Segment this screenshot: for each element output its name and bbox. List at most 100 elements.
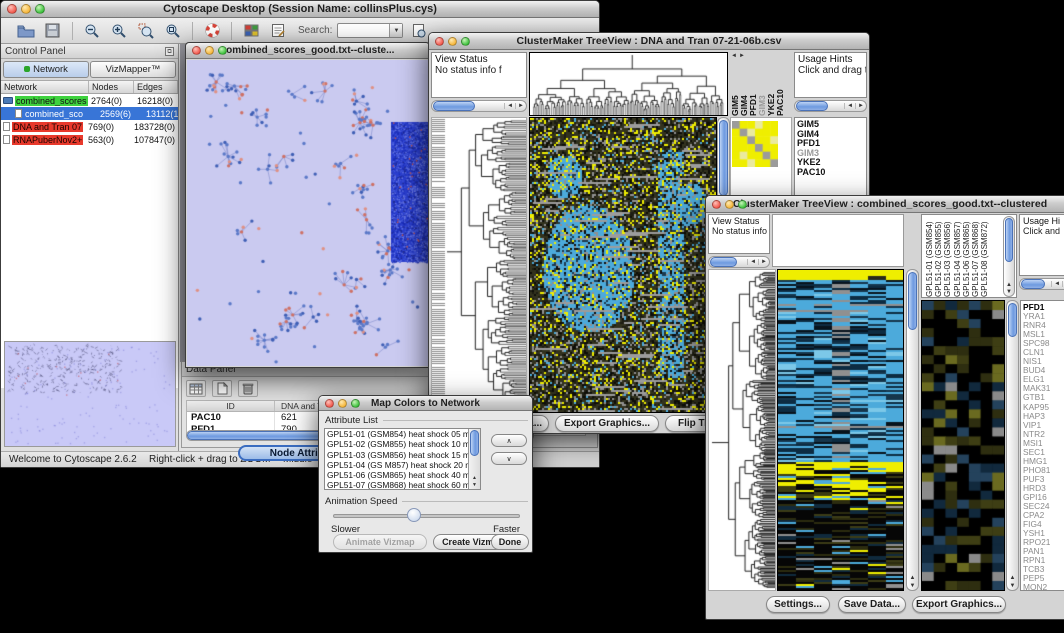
column-dendrogram-area[interactable] bbox=[772, 214, 904, 267]
scrollbar-thumb[interactable] bbox=[796, 101, 828, 111]
tv1-column-dendrogram[interactable] bbox=[530, 53, 727, 115]
scrollbar-thumb[interactable] bbox=[470, 430, 479, 456]
attribute-item[interactable]: GPL51-03 (GSM856) heat shock 15 min bbox=[325, 450, 480, 460]
attribute-item[interactable]: GPL51-01 (GSM854) heat shock 05 min bbox=[325, 429, 480, 439]
scroll-right-icon[interactable]: ► bbox=[758, 259, 769, 265]
zoom-button[interactable] bbox=[461, 37, 470, 46]
scroll-down-icon[interactable]: ▼ bbox=[1004, 289, 1014, 295]
tv2-zoom-vscrollbar[interactable]: ▲ ▼ bbox=[1006, 300, 1019, 591]
save-icon[interactable] bbox=[42, 21, 64, 41]
scroll-left-icon[interactable]: ◄ bbox=[747, 259, 758, 265]
delete-attribute-trash-icon[interactable] bbox=[238, 380, 258, 397]
network-list-row[interactable]: DNA and Tran 07 769(0) 183728(0) bbox=[1, 120, 178, 133]
slider-thumb[interactable] bbox=[407, 508, 421, 522]
minimize-button[interactable] bbox=[21, 4, 31, 14]
animate-vizmap-button[interactable]: Animate Vizmap bbox=[333, 534, 427, 550]
scroll-down-icon[interactable]: ▼ bbox=[469, 482, 480, 488]
tv2-global-heatmap[interactable] bbox=[778, 270, 903, 590]
attribute-item[interactable]: GPL51-02 (GSM855) heat shock 10 min bbox=[325, 439, 480, 449]
scrollbar-thumb[interactable] bbox=[433, 101, 475, 111]
zoom-button[interactable] bbox=[35, 4, 45, 14]
scrollbar-thumb[interactable] bbox=[719, 120, 728, 196]
tv2-row-dendrogram[interactable] bbox=[709, 270, 775, 590]
col-edges[interactable]: Edges bbox=[134, 81, 178, 93]
treeview2-titlebar[interactable]: ClusterMaker TreeView : combined_scores_… bbox=[706, 196, 1064, 213]
save-data-button[interactable]: Save Data... bbox=[838, 596, 906, 613]
close-button[interactable] bbox=[192, 46, 201, 55]
scroll-right-icon[interactable]: ► bbox=[515, 103, 526, 109]
column-label[interactable]: GPL51-07 (GSM868) bbox=[971, 217, 980, 297]
annotation-icon[interactable] bbox=[267, 21, 289, 41]
move-up-button[interactable]: ∧ bbox=[491, 434, 527, 447]
close-button[interactable] bbox=[712, 200, 721, 209]
column-label[interactable]: GIM5 bbox=[730, 63, 739, 116]
dialog-titlebar[interactable]: Map Colors to Network bbox=[319, 396, 532, 411]
scroll-left-icon[interactable]: ◄ bbox=[1051, 281, 1062, 287]
scrollbar-thumb[interactable] bbox=[1021, 279, 1045, 289]
scroll-up-icon[interactable]: ▲ bbox=[907, 575, 918, 581]
zoom-out-icon[interactable] bbox=[81, 21, 103, 41]
control-panel-tab[interactable]: Network bbox=[3, 61, 89, 78]
tv2-zoom-heatmap[interactable] bbox=[922, 301, 1004, 590]
zoom-fit-icon[interactable] bbox=[162, 21, 184, 41]
column-label[interactable]: GIM4 bbox=[739, 63, 748, 116]
column-label[interactable]: GPL51-01 (GSM854) bbox=[925, 217, 934, 297]
zoom-selected-icon[interactable] bbox=[135, 21, 157, 41]
column-labels-vscrollbar[interactable]: ▲ ▼ bbox=[1003, 216, 1015, 297]
search-input[interactable]: ▼ bbox=[337, 23, 403, 38]
network-list-row[interactable]: combined_scores 2764(0) 16218(0) bbox=[1, 94, 178, 107]
close-button[interactable] bbox=[7, 4, 17, 14]
column-label[interactable]: GPL51-03 (GSM856) bbox=[943, 217, 952, 297]
animation-speed-slider[interactable] bbox=[333, 514, 520, 518]
attribute-table-icon[interactable] bbox=[186, 380, 206, 397]
minimize-button[interactable] bbox=[725, 200, 734, 209]
scroll-down-icon[interactable]: ▼ bbox=[1007, 583, 1018, 589]
scroll-up-icon[interactable]: ▲ bbox=[1007, 575, 1018, 581]
column-label[interactable]: GIM3 bbox=[757, 63, 766, 116]
zoom-in-icon[interactable] bbox=[108, 21, 130, 41]
move-down-button[interactable]: ∨ bbox=[491, 452, 527, 465]
open-folder-icon[interactable] bbox=[15, 21, 37, 41]
attribute-list-vscrollbar[interactable]: ▲ ▼ bbox=[468, 429, 480, 489]
column-label[interactable]: GPL51-08 (GSM872) bbox=[980, 217, 989, 297]
scroll-left-icon[interactable]: ◄ bbox=[504, 103, 515, 109]
settings-button[interactable]: Settings... bbox=[766, 596, 830, 613]
control-panel-tab[interactable]: VizMapper™ bbox=[90, 61, 176, 78]
close-button[interactable] bbox=[435, 37, 444, 46]
minimize-button[interactable] bbox=[338, 399, 347, 408]
tv1-global-heatmap[interactable] bbox=[530, 118, 716, 412]
tv1-row-dendrogram[interactable] bbox=[432, 118, 526, 410]
usage-hints-scrollbar[interactable]: ◄ ► bbox=[1019, 278, 1064, 290]
attribute-item[interactable]: GPL51-04 (GS M857) heat shock 20 min bbox=[325, 460, 480, 470]
col-network[interactable]: Network bbox=[1, 81, 89, 93]
close-button[interactable] bbox=[325, 399, 334, 408]
usage-hints-scrollbar[interactable]: ◄ ► bbox=[794, 100, 867, 112]
scroll-down-icon[interactable]: ▼ bbox=[907, 583, 918, 589]
network-view-canvas[interactable] bbox=[187, 60, 428, 366]
export-graphics-button[interactable]: Export Graphics... bbox=[912, 596, 1006, 613]
treeview1-titlebar[interactable]: ClusterMaker TreeView : DNA and Tran 07-… bbox=[429, 33, 869, 50]
scrollbar-thumb[interactable] bbox=[908, 272, 917, 330]
column-label[interactable]: GPL51-04 (GSM857) bbox=[953, 217, 962, 297]
attribute-item[interactable]: GPL51-07 (GSM868) heat shock 60 min bbox=[325, 480, 480, 490]
scroll-right-icon[interactable]: ► bbox=[855, 103, 866, 109]
minimize-button[interactable] bbox=[205, 46, 214, 55]
help-lifesaver-icon[interactable] bbox=[201, 21, 223, 41]
cytoscape-titlebar[interactable]: Cytoscape Desktop (Session Name: collins… bbox=[1, 1, 599, 18]
scroll-up-icon[interactable]: ▲ bbox=[1004, 282, 1014, 288]
zoom-button[interactable] bbox=[351, 399, 360, 408]
label-scroll-arrows[interactable]: ◄► bbox=[731, 53, 747, 59]
combo-dropdown-icon[interactable]: ▼ bbox=[389, 24, 402, 37]
gene-label[interactable]: PAC10 bbox=[797, 168, 864, 178]
zoom-button[interactable] bbox=[218, 46, 227, 55]
column-label[interactable]: GPL51-02 (GSM855) bbox=[934, 217, 943, 297]
network-view-titlebar[interactable]: combined_scores_good.txt--cluste... bbox=[186, 43, 429, 59]
scroll-up-icon[interactable]: ▲ bbox=[469, 475, 480, 481]
vizmapper-icon[interactable] bbox=[240, 21, 262, 41]
minimize-button[interactable] bbox=[448, 37, 457, 46]
column-label[interactable]: PFD1 bbox=[748, 63, 757, 116]
view-status-scrollbar[interactable]: ◄ ► bbox=[431, 100, 527, 112]
tv2-heatmap-vscrollbar[interactable]: ▲ ▼ bbox=[906, 269, 919, 591]
gene-label[interactable]: MON2 bbox=[1023, 583, 1064, 591]
tv1-zoom-matrix[interactable] bbox=[732, 121, 778, 167]
